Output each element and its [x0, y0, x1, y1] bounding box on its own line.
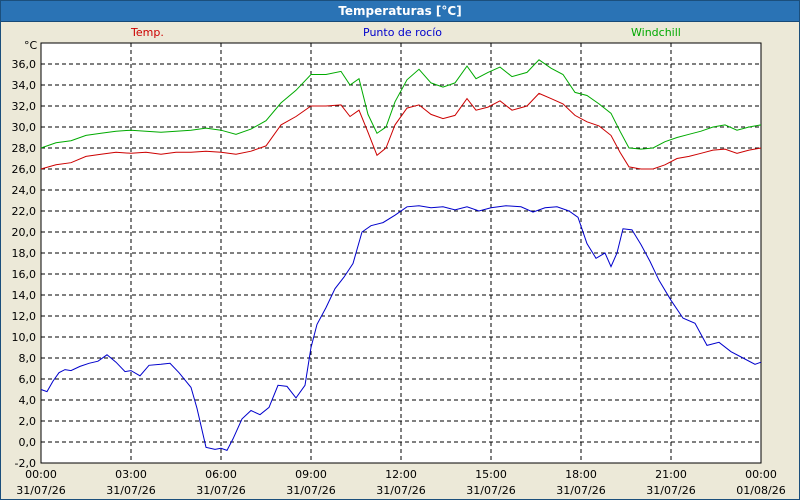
y-tick-label: 0,0 — [19, 436, 37, 449]
x-tick-date: 31/07/26 — [16, 484, 65, 497]
y-tick-label: 10,0 — [12, 331, 37, 344]
y-tick-label: 22,0 — [12, 205, 37, 218]
x-tick-date: 31/07/26 — [466, 484, 515, 497]
x-tick-date: 01/08/26 — [736, 484, 785, 497]
x-tick-date: 31/07/26 — [106, 484, 155, 497]
y-tick-label: 12,0 — [12, 310, 37, 323]
y-tick-label: 20,0 — [12, 226, 37, 239]
y-tick-label: 6,0 — [19, 373, 37, 386]
legend-entry: Windchill — [631, 26, 681, 39]
legend-entry: Punto de rocío — [363, 26, 442, 39]
y-tick-label: 30,0 — [12, 121, 37, 134]
x-tick-time: 03:00 — [115, 468, 147, 481]
x-tick-date: 31/07/26 — [286, 484, 335, 497]
x-tick-time: 15:00 — [475, 468, 507, 481]
x-tick-time: 09:00 — [295, 468, 327, 481]
x-tick-time: 12:00 — [385, 468, 417, 481]
y-tick-label: 14,0 — [12, 289, 37, 302]
x-tick-date: 31/07/26 — [556, 484, 605, 497]
legend-entry: Temp. — [130, 26, 164, 39]
unit-label: °C — [24, 39, 38, 52]
x-tick-time: 18:00 — [565, 468, 597, 481]
x-tick-date: 31/07/26 — [196, 484, 245, 497]
y-tick-label: 18,0 — [12, 247, 37, 260]
y-tick-label: 36,0 — [12, 58, 37, 71]
x-tick-date: 31/07/26 — [646, 484, 695, 497]
x-tick-time: 00:00 — [25, 468, 57, 481]
y-tick-label: 24,0 — [12, 184, 37, 197]
x-tick-date: 31/07/26 — [376, 484, 425, 497]
chart-svg: °C 36,0 34,0 32,0 30,0 28,0 26,0 24,0 22,0 20,0 1… — [12, 26, 786, 497]
y-tick-label: 16,0 — [12, 268, 37, 281]
y-tick-label: 26,0 — [12, 163, 37, 176]
y-tick-label: 8,0 — [19, 352, 37, 365]
x-tick-time: 06:00 — [205, 468, 237, 481]
y-tick-label: 2,0 — [19, 415, 37, 428]
y-tick-label: 28,0 — [12, 142, 37, 155]
x-tick-time: 00:00 — [745, 468, 777, 481]
y-tick-label: 32,0 — [12, 100, 37, 113]
y-tick-label: 34,0 — [12, 79, 37, 92]
y-tick-label: 4,0 — [19, 394, 37, 407]
x-tick-time: 21:00 — [655, 468, 687, 481]
